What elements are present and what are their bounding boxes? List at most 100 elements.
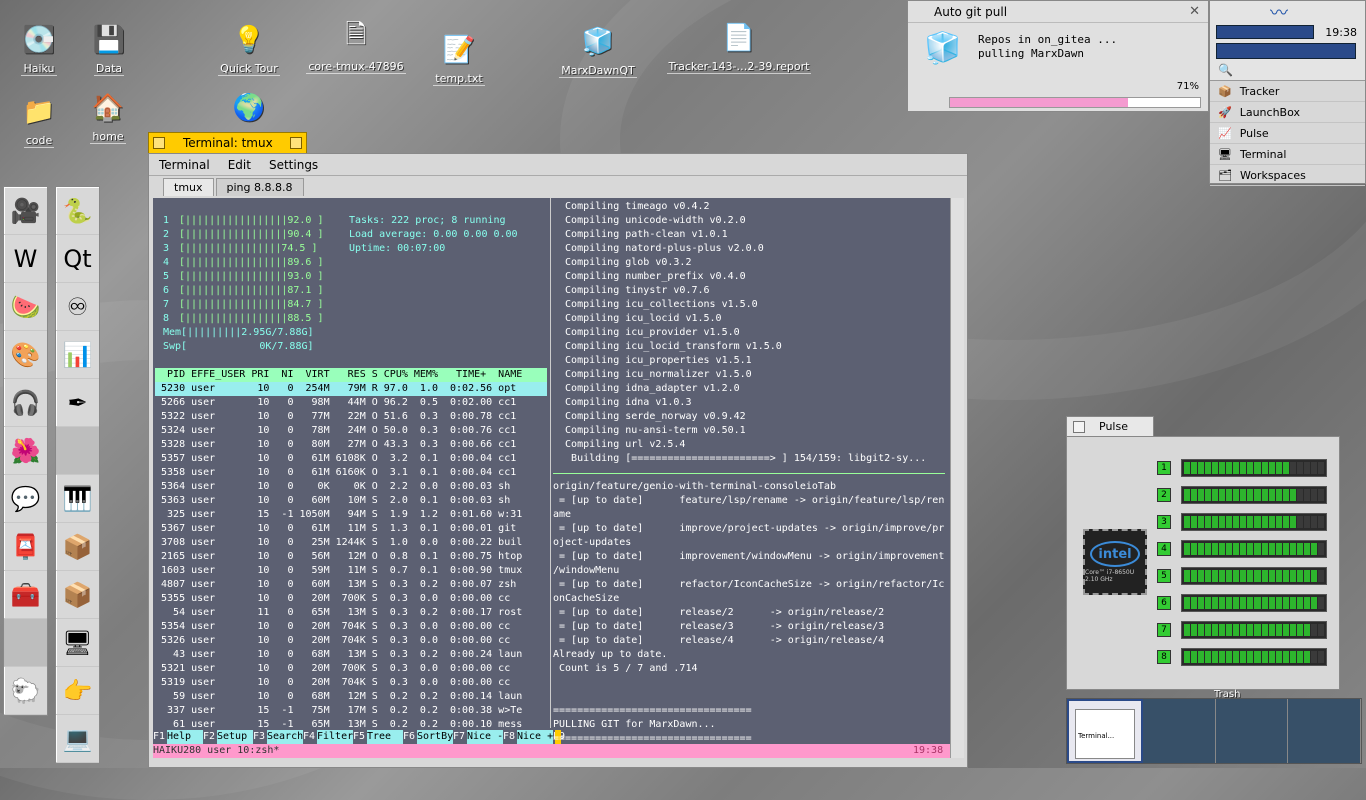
deskbar-item-tracker[interactable]: 📦 Tracker xyxy=(1210,81,1365,102)
output-line: Compiling nu-ansi-term v0.50.1 xyxy=(553,425,746,436)
zoom-button[interactable] xyxy=(290,137,302,149)
close-button[interactable] xyxy=(153,137,165,149)
workspace-1[interactable]: Terminal... xyxy=(1067,699,1143,763)
cpu-toggle-button[interactable]: 1 xyxy=(1157,461,1171,475)
report-file-icon: 📄 xyxy=(722,23,756,53)
cpu-toggle-button[interactable]: 3 xyxy=(1157,515,1171,529)
tracker-icon: 📦 xyxy=(1218,84,1232,98)
cpu-chip-icon: intel Core™ i7-8650U 2.10 GHz xyxy=(1083,529,1147,595)
deskbar-item-terminal[interactable]: 🖥 Terminal xyxy=(1210,144,1365,165)
function-key: F3 xyxy=(253,731,266,742)
terminal-title-tab[interactable]: Terminal: tmux xyxy=(148,132,307,154)
computer-icon[interactable]: 💻 xyxy=(56,715,99,763)
chat-icon[interactable]: 💬 xyxy=(4,475,47,523)
desktop-icon-home[interactable]: 🏠 home xyxy=(63,90,153,144)
deskbar-item-pulse[interactable]: 📈 Pulse xyxy=(1210,123,1365,144)
notification-message: Repos in on_gitea ... pulling MarxDawn xyxy=(978,33,1117,61)
tmux-status-clock: 19:38 xyxy=(913,745,944,756)
output-line: Compiling glob v0.3.2 xyxy=(553,257,692,268)
qt-icon[interactable]: Qt xyxy=(56,235,99,283)
pen-icon[interactable]: ✒ xyxy=(56,379,99,427)
desktop-icon-core-tmux[interactable]: 🗎 core-tmux-47896 xyxy=(301,20,411,74)
search-icon[interactable]: 🔍 xyxy=(1218,63,1233,77)
process-row: 4807 user 10 0 60M 13M S 0.3 0.2 0:00.07… xyxy=(155,579,517,590)
cpu-load-segment xyxy=(1233,489,1240,501)
piano-icon[interactable]: 🎹 xyxy=(56,475,99,523)
infinity-icon[interactable]: ♾ xyxy=(56,283,99,331)
deskbar-item-workspaces[interactable]: 🗂 Workspaces xyxy=(1210,165,1365,186)
tray-icons[interactable] xyxy=(1216,25,1314,39)
tools-icon[interactable]: 🧰 xyxy=(4,571,47,619)
workspace-2[interactable] xyxy=(1142,699,1216,763)
cpu-load-segment xyxy=(1296,624,1303,636)
output-line: = [up to date] improvement/windowMenu ->… xyxy=(553,551,945,562)
cpu-toggle-button[interactable]: 4 xyxy=(1157,542,1171,556)
cpu-load-segment xyxy=(1310,570,1317,582)
workspace-mini[interactable] xyxy=(1216,43,1356,59)
cpu-load-segment xyxy=(1198,651,1205,663)
cpu-pulse-row: 5 xyxy=(1157,567,1337,585)
game-icon[interactable]: 🍉 xyxy=(4,283,47,331)
cpu-toggle-button[interactable]: 5 xyxy=(1157,569,1171,583)
snake-icon[interactable]: 🐍 xyxy=(56,187,99,235)
cpu-load-segment xyxy=(1198,489,1205,501)
cpu-load-segment xyxy=(1310,624,1317,636)
cpu-load-segment xyxy=(1317,570,1324,582)
cpu-load-segment xyxy=(1184,489,1191,501)
vertical-scrollbar[interactable] xyxy=(950,198,964,758)
process-row: 5230 user 10 0 254M 79M R 97.0 1.0 0:02.… xyxy=(155,382,547,396)
desktop-icon-temp-txt[interactable]: 📝 temp.txt xyxy=(414,32,504,86)
workspace-3[interactable] xyxy=(1215,699,1289,763)
package-icon[interactable]: 📦 xyxy=(56,523,99,571)
clock[interactable]: 19:38 xyxy=(1325,26,1357,39)
close-button[interactable] xyxy=(1073,420,1085,433)
mail-icon[interactable]: 📮 xyxy=(4,523,47,571)
desktop-icon-data[interactable]: 💾 Data xyxy=(64,22,154,76)
workspace-4[interactable] xyxy=(1288,699,1361,763)
menu-edit[interactable]: Edit xyxy=(228,158,251,172)
menu-terminal[interactable]: Terminal xyxy=(159,158,210,172)
pulse-window: intel Core™ i7-8650U 2.10 GHz 1 2 3 4 5 6 7 8 xyxy=(1066,436,1340,690)
wiki-icon[interactable]: W xyxy=(4,235,47,283)
process-row: 5319 user 10 0 20M 704K S 0.3 0.0 0:00.0… xyxy=(155,677,511,688)
mem-meter: Mem[|||||||||2.95G/7.88G] xyxy=(163,327,314,338)
cpu-meter-number: 6 xyxy=(163,285,176,296)
package-icon[interactable]: 📦 xyxy=(56,571,99,619)
desktop-icon-quick-tour[interactable]: 💡 Quick Tour xyxy=(204,22,294,76)
output-line: Compiling icu_properties v1.5.1 xyxy=(553,355,752,366)
cpu-load-segment xyxy=(1282,462,1289,474)
tab-tmux[interactable]: tmux xyxy=(163,178,214,196)
paint-icon[interactable]: 🎨 xyxy=(4,331,47,379)
sheep-icon[interactable]: 🐑 xyxy=(4,667,47,715)
cpu-toggle-button[interactable]: 7 xyxy=(1157,623,1171,637)
output-line: = [up to date] release/2 -> origin/relea… xyxy=(553,607,885,618)
cpu-toggle-button[interactable]: 2 xyxy=(1157,488,1171,502)
hand-icon[interactable]: 👉 xyxy=(56,667,99,715)
pulse-title-tab[interactable]: Pulse xyxy=(1066,416,1154,437)
flower-icon[interactable]: 🌺 xyxy=(4,427,47,475)
output-line: = [up to date] release/4 -> origin/relea… xyxy=(553,635,885,646)
terminal-screen[interactable]: 1 [|||||||||||||||||92.0 ] 2 [|||||||||||… xyxy=(153,198,950,758)
process-row: 5266 user 10 0 98M 44M O 96.2 0.5 0:02.0… xyxy=(155,397,517,408)
cpu-toggle-button[interactable]: 8 xyxy=(1157,650,1171,664)
desktop-icon-tracker-report[interactable]: 📄 Tracker-143-…2-39.report xyxy=(664,20,814,74)
desktop-icon-globe[interactable]: 🌍 xyxy=(204,90,294,130)
chart-icon[interactable]: 📊 xyxy=(56,331,99,379)
terminal-icon[interactable]: 🖥 xyxy=(56,619,99,667)
cpu-load-segment xyxy=(1212,624,1219,636)
process-row: 5328 user 10 0 80M 27M O 43.3 0.3 0:00.6… xyxy=(155,439,517,450)
cpu-load-segment xyxy=(1296,597,1303,609)
webcam-icon[interactable]: 🎥 xyxy=(4,187,47,235)
deskbar-item-launchbox[interactable]: 🚀 LaunchBox xyxy=(1210,102,1365,123)
cpu-load-segment xyxy=(1205,651,1212,663)
cpu-load-segment xyxy=(1275,597,1282,609)
cpu-meter-number: 1 xyxy=(163,215,176,226)
tab-ping[interactable]: ping 8.8.8.8 xyxy=(215,178,304,196)
cpu-toggle-button[interactable]: 6 xyxy=(1157,596,1171,610)
haiku-leaf-icon[interactable]: 〰 xyxy=(1270,0,1288,25)
menu-settings[interactable]: Settings xyxy=(269,158,318,172)
desktop-icon-marxdawnqt[interactable]: 🧊 MarxDawnQT xyxy=(553,24,643,78)
cpu-meter-bar: [|||||||||||||||||90.4 ] xyxy=(179,229,324,240)
close-icon[interactable]: ✕ xyxy=(1189,4,1200,19)
headphones-icon[interactable]: 🎧 xyxy=(4,379,47,427)
